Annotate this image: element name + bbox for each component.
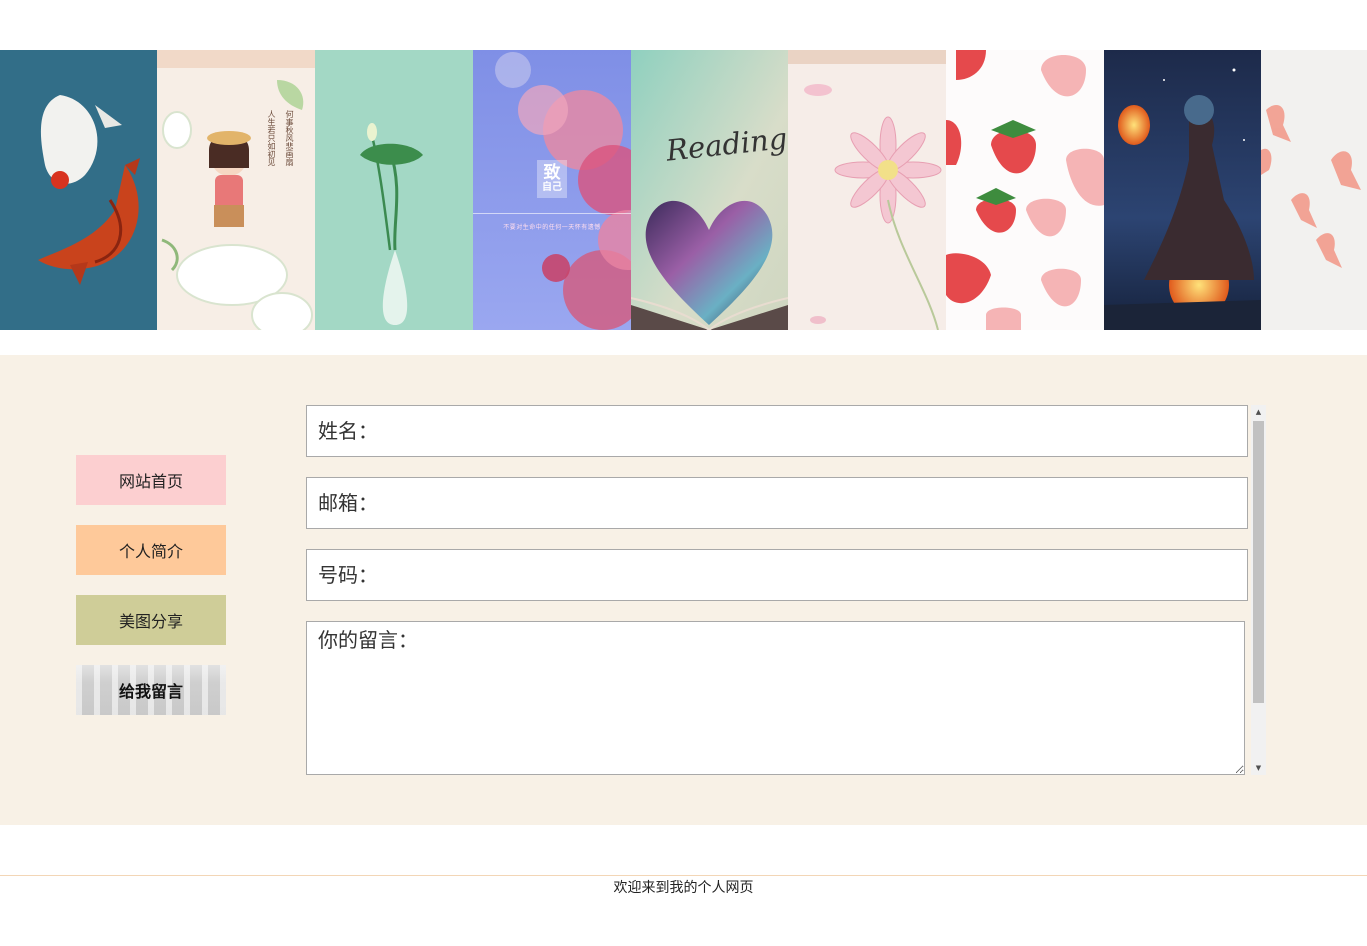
- nav-message-button[interactable]: 给我留言: [76, 665, 226, 715]
- banner-image-sky-lantern-girl: [1104, 50, 1261, 330]
- nav-about-button[interactable]: 个人简介: [76, 525, 226, 575]
- banner-image-pink-flower: [788, 50, 946, 330]
- banner-divider: [473, 213, 631, 214]
- scroll-down-arrow-icon[interactable]: ▼: [1251, 761, 1266, 775]
- poem-right-text: 何事秋风悲画扇: [285, 110, 294, 166]
- banner-title-zhi: 致 自己: [537, 160, 567, 198]
- banner-image-reading-book: Reading: [631, 50, 788, 330]
- form-scrollbar[interactable]: ▲ ▼: [1251, 405, 1266, 775]
- message-form-frame: ▲ ▼: [306, 405, 1266, 775]
- message-textarea[interactable]: [306, 621, 1245, 775]
- banner-image-strawberries: [946, 50, 1104, 330]
- banner-title-zhi-main: 致: [543, 163, 561, 183]
- banner-image-koi-fish: [0, 50, 157, 330]
- nav-home-button[interactable]: 网站首页: [76, 455, 226, 505]
- banner-image-lotus-vase: [315, 50, 473, 330]
- footer-divider: [0, 875, 1367, 876]
- banner-tagline: 不要对生命中的任何一天怀有遗憾: [503, 224, 601, 231]
- name-input[interactable]: [306, 405, 1248, 457]
- banner-image-girl-in-flowers: 人生若只如初见 何事秋风悲画扇: [157, 50, 315, 330]
- footer-text: 欢迎来到我的个人网页: [613, 880, 754, 896]
- nav-gallery-button[interactable]: 美图分享: [76, 595, 226, 645]
- banner-title-zhi-sub: 自己: [542, 182, 562, 193]
- image-banner: 人生若只如初见 何事秋风悲画扇 致 自己 不要对生命中的任何一天怀有遗憾 Rea…: [0, 50, 1367, 330]
- phone-input[interactable]: [306, 549, 1248, 601]
- message-section: 网站首页 个人简介 美图分享 给我留言 ▲ ▼: [0, 355, 1367, 825]
- poem-left-text: 人生若只如初见: [267, 110, 276, 166]
- scroll-up-arrow-icon[interactable]: ▲: [1251, 405, 1266, 419]
- banner-image-goldfish: [1261, 50, 1367, 330]
- banner-image-cherry-blossom: 致 自己 不要对生命中的任何一天怀有遗憾: [473, 50, 631, 330]
- email-input[interactable]: [306, 477, 1248, 529]
- scroll-thumb[interactable]: [1253, 421, 1264, 703]
